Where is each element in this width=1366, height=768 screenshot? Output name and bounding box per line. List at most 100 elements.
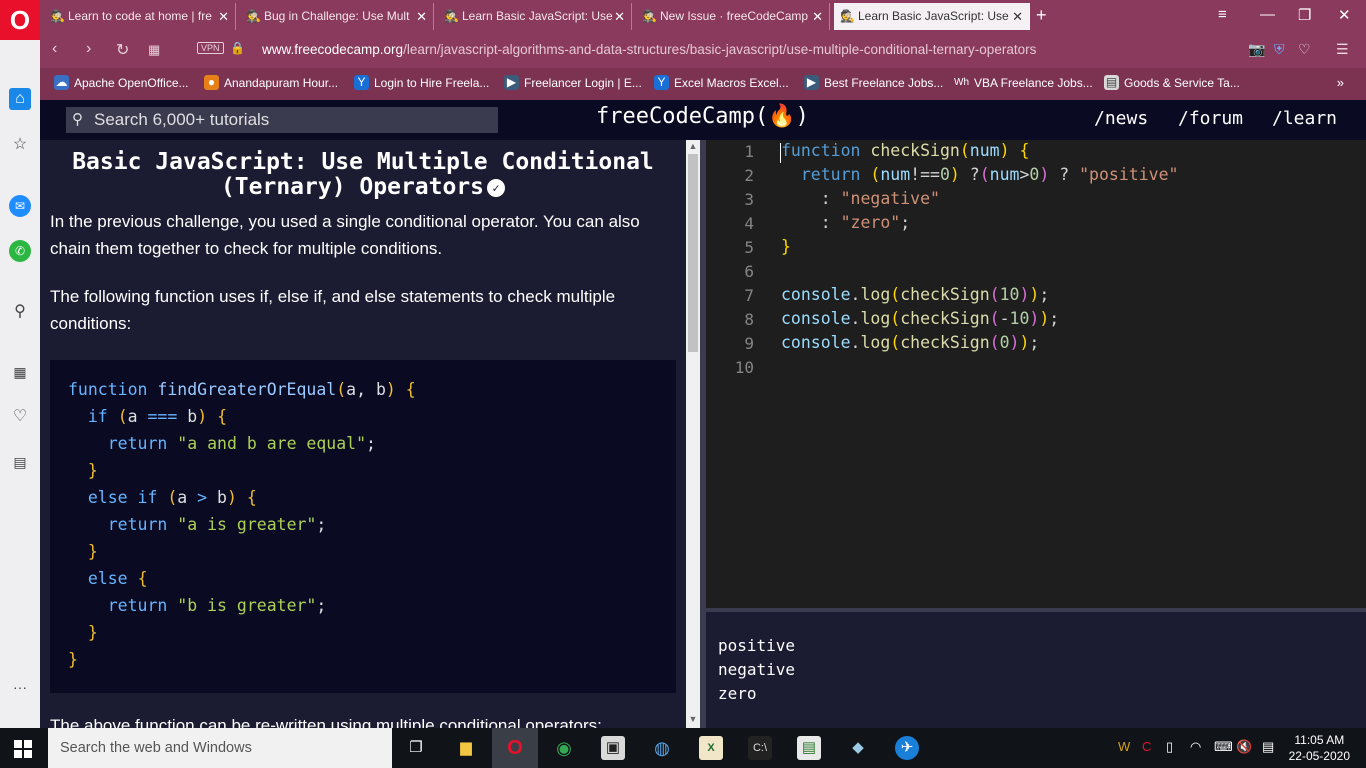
bookmark-item[interactable]: ● Anandapuram Hour... [204, 75, 338, 90]
windows-start-button[interactable] [14, 740, 32, 758]
search-icon: ⚲ [72, 111, 83, 128]
line-number: 3 [744, 190, 754, 209]
tab-menu-icon[interactable]: ≡ [1218, 6, 1227, 23]
tab-1[interactable]: 🕵 Learn to code at home | fre ✕ [44, 3, 236, 30]
star-icon[interactable]: ☆ [9, 134, 31, 156]
home-icon[interactable]: ⌂ [9, 88, 31, 110]
nav-news-link[interactable]: /news [1094, 108, 1148, 129]
bookmark-item[interactable]: ▤ Goods & Service Ta... [1104, 75, 1240, 90]
vpn-badge[interactable]: VPN [197, 42, 224, 54]
task-view-icon[interactable]: ❐ [404, 736, 428, 760]
maximize-button[interactable]: ❐ [1298, 6, 1311, 24]
description-paragraph: In the previous challenge, you used a si… [50, 212, 640, 258]
volume-muted-icon[interactable]: 🔇 [1236, 739, 1252, 755]
scrollbar-thumb[interactable] [688, 154, 698, 352]
code-line: } [87, 623, 98, 642]
url-field[interactable]: www.freecodecamp.org/learn/javascript-al… [262, 42, 1036, 57]
description-paragraph: The following function uses if, else if,… [50, 287, 616, 333]
nav-learn-link[interactable]: /learn [1272, 108, 1337, 129]
keyboard-icon[interactable]: ⌨ [1214, 739, 1233, 755]
app-icon[interactable]: ✈ [895, 736, 919, 760]
challenge-title: Basic JavaScript: Use Multiple Condition… [72, 149, 654, 200]
heart-icon[interactable]: ♡ [9, 406, 31, 428]
editor-line: console.log(checkSign(10)); [781, 285, 1050, 304]
close-icon[interactable]: ✕ [614, 3, 625, 30]
battery-icon[interactable]: ▯ [1166, 739, 1173, 755]
news-icon[interactable]: ▤ [9, 451, 31, 473]
close-icon[interactable]: ✕ [416, 3, 427, 30]
wifi-icon[interactable]: ◠ [1190, 739, 1201, 755]
reload-button[interactable]: ↻ [116, 40, 129, 60]
site-icon: Wh [954, 77, 969, 88]
nav-forum-link[interactable]: /forum [1178, 108, 1243, 129]
line-number: 7 [744, 286, 754, 305]
bookmark-item[interactable]: Y Login to Hire Freela... [354, 75, 489, 90]
code-line: function findGreaterOrEqual(a, b) { [68, 380, 416, 399]
tray-app-icon[interactable]: C [1142, 739, 1151, 754]
line-number: 10 [734, 358, 754, 377]
speed-dial-icon[interactable]: ▦ [148, 42, 160, 58]
more-icon[interactable]: ··· [9, 676, 31, 698]
description-scrollbar[interactable]: ▲ ▼ [686, 140, 700, 728]
messenger-icon[interactable]: ✉ [9, 195, 31, 217]
incognito-icon: 🕵 [50, 9, 65, 23]
tab-bar: O 🕵 Learn to code at home | fre ✕ 🕵 Bug … [0, 0, 1366, 40]
search-icon[interactable]: ⚲ [9, 301, 31, 323]
globe-icon[interactable]: ◍ [650, 736, 674, 760]
openoffice-icon: ☁ [54, 75, 69, 90]
notepad-icon[interactable]: ◆ [846, 736, 870, 760]
tab-2[interactable]: 🕵 Bug in Challenge: Use Mult ✕ [240, 3, 434, 30]
minimize-button[interactable]: — [1260, 6, 1275, 23]
opera-menu-button[interactable]: O [0, 0, 40, 40]
close-icon[interactable]: ✕ [812, 3, 823, 30]
bookmark-item[interactable]: Wh VBA Freelance Jobs... [954, 76, 1093, 90]
line-number: 5 [744, 238, 754, 257]
bookmark-item[interactable]: ▶ Best Freelance Jobs... [804, 75, 943, 90]
bookmark-item[interactable]: Y Excel Macros Excel... [654, 75, 789, 90]
freelancer-icon: Y [654, 75, 669, 90]
system-clock[interactable]: 11:05 AM 22-05-2020 [1289, 732, 1350, 764]
easy-setup-icon[interactable]: ☰ [1336, 41, 1349, 58]
file-explorer-icon[interactable]: ▆ [454, 736, 478, 760]
chart-app-icon[interactable]: ▤ [797, 736, 821, 760]
bookmarks-more-button[interactable]: » [1337, 75, 1344, 90]
code-editor[interactable]: 1 2 3 4 5 6 7 8 9 10 function checkSign(… [706, 140, 1366, 608]
excel-icon[interactable]: X [699, 736, 723, 760]
bookmark-item[interactable]: ☁ Apache OpenOffice... [54, 75, 189, 90]
tray-app-icon[interactable]: W [1118, 739, 1130, 754]
incognito-icon: 🕵 [246, 9, 261, 23]
search-input[interactable]: ⚲ Search 6,000+ tutorials [66, 107, 498, 133]
back-button[interactable]: ‹ [52, 40, 57, 58]
notification-icon[interactable]: ▤ [1262, 739, 1274, 755]
editor-line: console.log(checkSign(-10)); [781, 309, 1060, 328]
close-window-button[interactable]: ✕ [1338, 6, 1351, 24]
forward-button[interactable]: › [86, 40, 91, 58]
scroll-down-icon[interactable]: ▼ [688, 714, 698, 724]
lock-icon[interactable]: 🔒 [230, 41, 245, 55]
whatsapp-icon[interactable]: ✆ [9, 240, 31, 262]
tab-4[interactable]: 🕵 New Issue · freeCodeCamp ✕ [636, 3, 830, 30]
code-line: return "a and b are equal"; [107, 434, 376, 453]
grid-icon[interactable]: ▦ [9, 361, 31, 383]
heart-icon[interactable]: ♡ [1298, 41, 1311, 58]
app-window-icon[interactable]: ▣ [601, 736, 625, 760]
tab-label: Learn to code at home | fre [68, 9, 212, 23]
tab-label: New Issue · freeCodeCamp [660, 9, 809, 23]
site-icon: ● [204, 75, 219, 90]
tab-label: Learn Basic JavaScript: Use [462, 9, 613, 23]
command-prompt-icon[interactable]: C:\ [748, 736, 772, 760]
camera-icon[interactable]: 📷 [1248, 41, 1265, 58]
scroll-up-icon[interactable]: ▲ [688, 141, 698, 151]
chrome-icon[interactable]: ◉ [552, 736, 576, 760]
opera-icon[interactable]: O [503, 736, 527, 760]
shield-icon[interactable]: ⛨ [1274, 41, 1285, 58]
close-icon[interactable]: ✕ [218, 3, 229, 30]
taskbar-search-input[interactable]: Search the web and Windows [48, 728, 392, 768]
close-icon[interactable]: ✕ [1012, 3, 1023, 30]
bookmark-item[interactable]: ▶ Freelancer Login | E... [504, 75, 642, 90]
tab-3[interactable]: 🕵 Learn Basic JavaScript: Use ✕ [438, 3, 632, 30]
fcc-navbar: ⚲ Search 6,000+ tutorials freeCodeCamp(🔥… [40, 100, 1366, 140]
fcc-logo[interactable]: freeCodeCamp(🔥) [596, 104, 809, 129]
tab-5-active[interactable]: 🕵 Learn Basic JavaScript: Use ✕ [834, 3, 1030, 30]
new-tab-button[interactable]: + [1036, 5, 1047, 26]
